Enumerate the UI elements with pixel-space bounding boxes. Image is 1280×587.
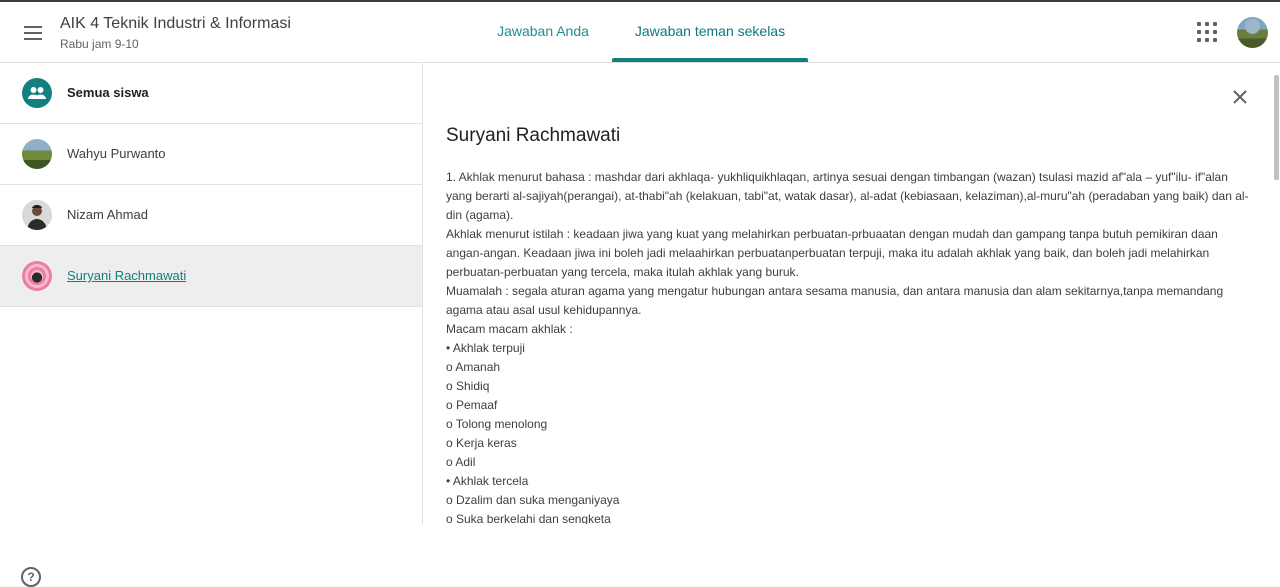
sidebar-item-label: Semua siswa: [67, 85, 149, 100]
sidebar-item-suryani-rachmawati[interactable]: Suryani Rachmawati: [0, 246, 422, 307]
answer-line: o Tolong menolong: [446, 417, 548, 431]
sidebar-item-label[interactable]: Suryani Rachmawati: [67, 246, 186, 306]
scrollbar[interactable]: [1274, 75, 1279, 180]
answer-panel: Suryani Rachmawati 1. Akhlak menurut bah…: [423, 63, 1280, 524]
answer-line: o Adil: [446, 455, 476, 469]
class-schedule: Rabu jam 9-10: [60, 37, 139, 51]
app-header: AIK 4 Teknik Industri & Informasi Rabu j…: [0, 2, 1280, 63]
help-icon[interactable]: ?: [21, 567, 41, 587]
answer-line: • Akhlak terpuji: [446, 341, 525, 355]
answer-line: o Suka berkelahi dan sengketa: [446, 512, 611, 524]
sidebar-item-label: Wahyu Purwanto: [67, 146, 166, 161]
student-list: Semua siswa Wahyu Purwanto Nizam Ahmad S…: [0, 63, 423, 587]
sidebar-item-nizam-ahmad[interactable]: Nizam Ahmad: [0, 185, 422, 246]
apps-grid-icon[interactable]: [1196, 21, 1218, 43]
answer-line: o Amanah: [446, 360, 501, 374]
student-name-heading: Suryani Rachmawati: [446, 125, 621, 146]
tab-classmates-answers[interactable]: Jawaban teman sekelas: [612, 2, 808, 62]
tab-your-answer[interactable]: Jawaban Anda: [477, 2, 609, 62]
avatar: [22, 139, 52, 169]
answer-text: 1. Akhlak menurut bahasa : mashdar dari …: [446, 168, 1251, 524]
answer-line: o Dzalim dan suka menganiyaya: [446, 493, 620, 507]
class-title[interactable]: AIK 4 Teknik Industri & Informasi: [60, 15, 291, 33]
answer-line: • Akhlak tercela: [446, 474, 529, 488]
answer-paragraph: 1. Akhlak menurut bahasa : mashdar dari …: [446, 170, 1249, 222]
avatar: [22, 261, 52, 291]
avatar: [22, 200, 52, 230]
answer-line: o Shidiq: [446, 379, 490, 393]
answer-line: o Pemaaf: [446, 398, 498, 412]
answer-paragraph: Muamalah : segala aturan agama yang meng…: [446, 284, 1224, 317]
sidebar-item-label: Nizam Ahmad: [67, 207, 148, 222]
sidebar-item-wahyu-purwanto[interactable]: Wahyu Purwanto: [0, 124, 422, 185]
account-avatar[interactable]: [1237, 17, 1268, 48]
menu-icon[interactable]: [18, 18, 48, 48]
close-icon[interactable]: [1230, 87, 1250, 107]
sidebar-item-all-students[interactable]: Semua siswa: [0, 63, 422, 124]
answer-line: o Kerja keras: [446, 436, 517, 450]
answer-line: Macam macam akhlak :: [446, 322, 573, 336]
people-icon: [22, 78, 52, 108]
answer-paragraph: Akhlak menurut istilah : keadaan jiwa ya…: [446, 227, 1218, 279]
